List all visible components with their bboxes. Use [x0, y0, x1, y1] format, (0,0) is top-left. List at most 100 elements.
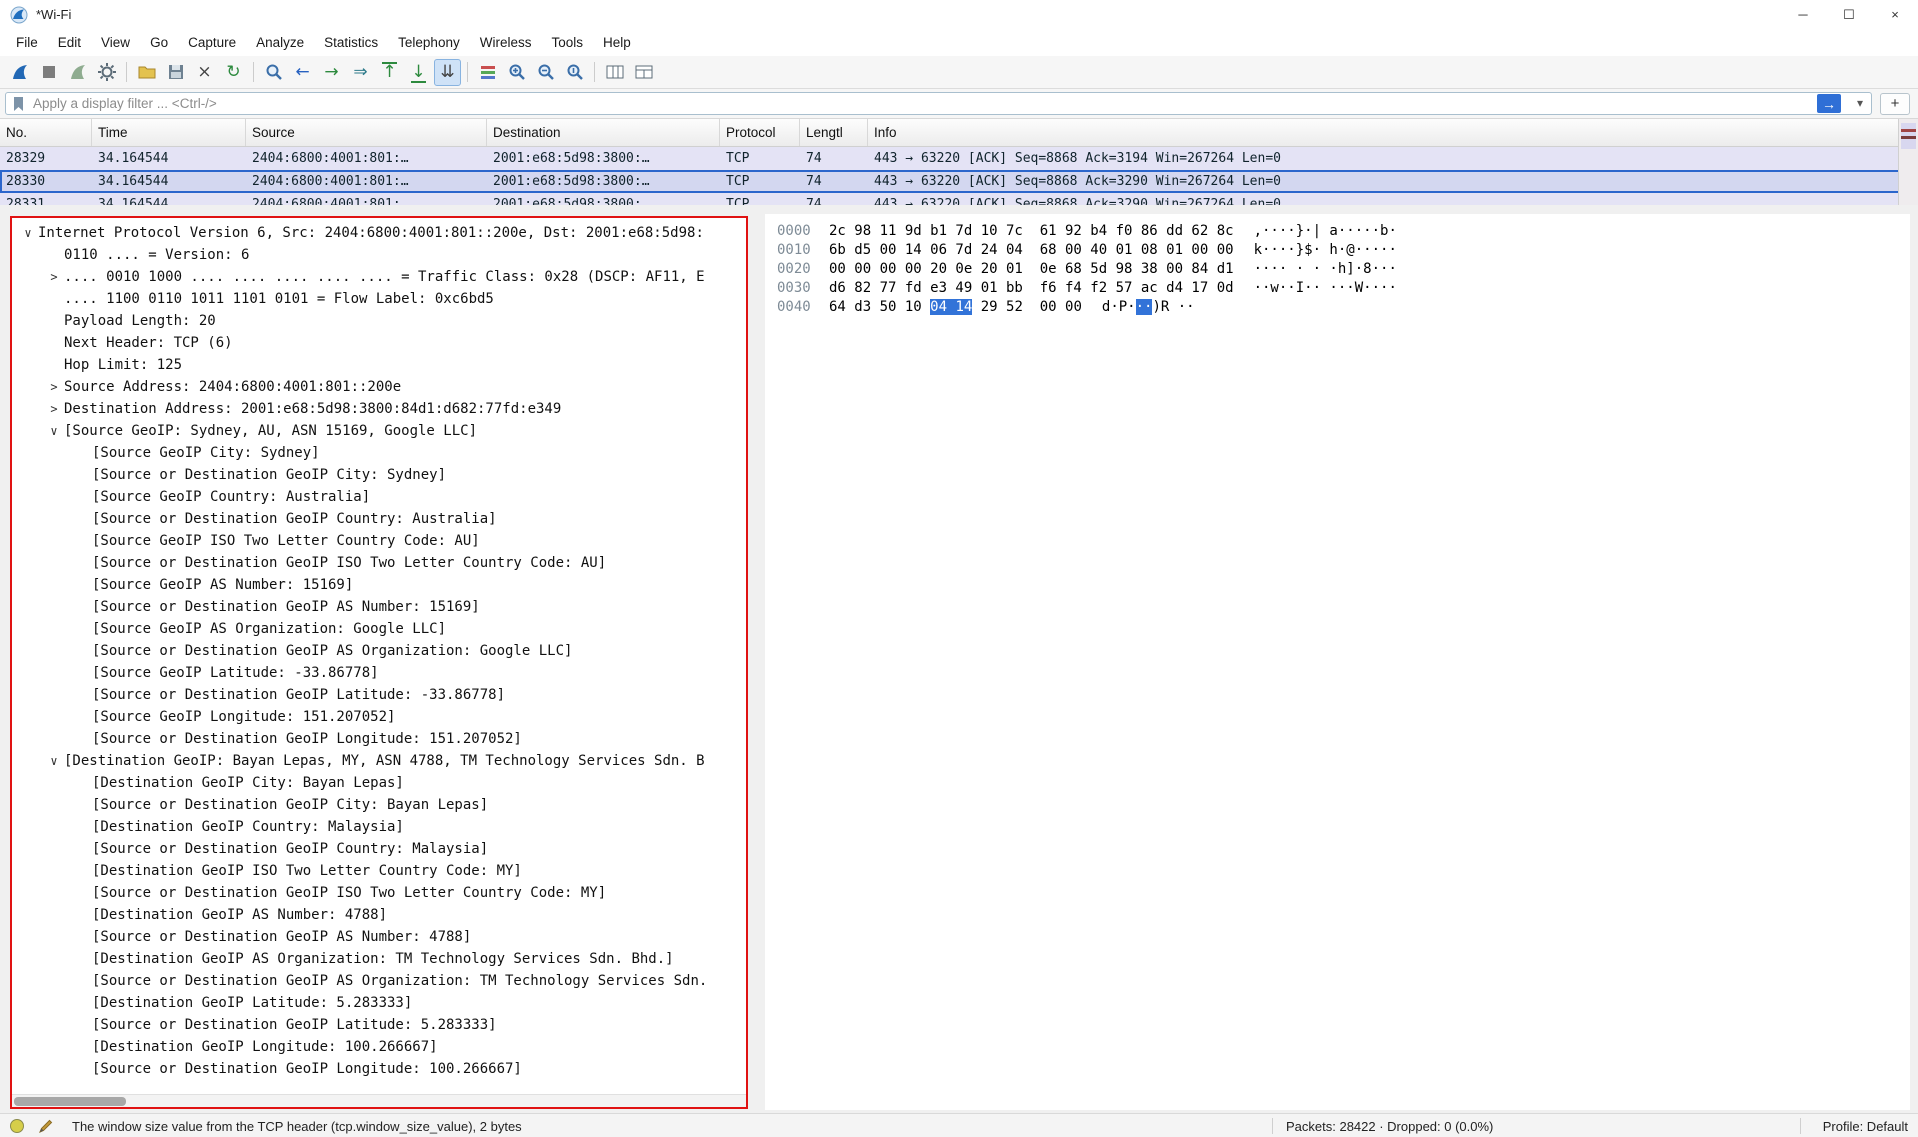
expander-icon[interactable]: [72, 794, 92, 816]
auto-scroll-toggle-icon[interactable]: ⇊: [434, 59, 461, 86]
detail-tree-node[interactable]: [Source or Destination GeoIP AS Number: …: [12, 596, 746, 618]
expander-icon[interactable]: [72, 464, 92, 486]
find-packet-icon[interactable]: [260, 59, 287, 86]
expander-icon[interactable]: >: [44, 266, 64, 288]
go-to-packet-icon[interactable]: ⇒: [347, 59, 374, 86]
filter-bookmark-icon[interactable]: [12, 96, 25, 112]
detail-tree-node[interactable]: [Source or Destination GeoIP Country: Ma…: [12, 838, 746, 860]
expander-icon[interactable]: [72, 970, 92, 992]
menu-item[interactable]: Analyze: [246, 29, 314, 56]
packet-row[interactable]: 28331 34.164544 2404:6800:4001:801:… 200…: [0, 193, 1918, 205]
close-file-icon[interactable]: ×: [191, 59, 218, 86]
hex-line[interactable]: 0020 00 00 00 00 20 0e 20 01 0e 68 5d 98…: [765, 260, 1910, 279]
detail-tree-node[interactable]: [Source or Destination GeoIP ISO Two Let…: [12, 552, 746, 574]
stop-capture-icon[interactable]: [35, 59, 62, 86]
column-header-protocol[interactable]: Protocol: [720, 119, 800, 146]
expander-icon[interactable]: [72, 618, 92, 640]
expander-icon[interactable]: [44, 310, 64, 332]
resize-columns-icon[interactable]: [601, 59, 628, 86]
detail-tree-node[interactable]: [Destination GeoIP AS Number: 4788]: [12, 904, 746, 926]
expander-icon[interactable]: [72, 486, 92, 508]
go-back-icon[interactable]: ←: [289, 59, 316, 86]
detail-tree-node[interactable]: [Source or Destination GeoIP City: Sydne…: [12, 464, 746, 486]
menu-item[interactable]: Edit: [48, 29, 91, 56]
column-header-source[interactable]: Source: [246, 119, 487, 146]
maximize-button[interactable]: ☐: [1826, 0, 1872, 29]
detail-tree-node[interactable]: [Source GeoIP City: Sydney]: [12, 442, 746, 464]
expander-icon[interactable]: [72, 838, 92, 860]
expander-icon[interactable]: ∨: [44, 750, 64, 772]
detail-tree-node[interactable]: > Source Address: 2404:6800:4001:801::20…: [12, 376, 746, 398]
zoom-normal-icon[interactable]: [561, 59, 588, 86]
detail-tree-node[interactable]: .... 1100 0110 1011 1101 0101 = Flow Lab…: [12, 288, 746, 310]
packet-list-scrollbar[interactable]: [1898, 119, 1918, 205]
menu-item[interactable]: Tools: [541, 29, 593, 56]
detail-tree-node[interactable]: [Destination GeoIP Country: Malaysia]: [12, 816, 746, 838]
add-filter-button[interactable]: +: [1880, 93, 1910, 115]
hex-line[interactable]: 0040 64 d3 50 10 04 14 29 52 00 00 d·P··…: [765, 298, 1910, 317]
detail-tree-node[interactable]: [Destination GeoIP AS Organization: TM T…: [12, 948, 746, 970]
detail-tree-node[interactable]: ∨ [Destination GeoIP: Bayan Lepas, MY, A…: [12, 750, 746, 772]
detail-tree-node[interactable]: Hop Limit: 125: [12, 354, 746, 376]
menu-item[interactable]: Wireless: [470, 29, 542, 56]
packet-row[interactable]: 28329 34.164544 2404:6800:4001:801:… 200…: [0, 147, 1918, 170]
zoom-out-icon[interactable]: [532, 59, 559, 86]
detail-tree-node[interactable]: [Destination GeoIP City: Bayan Lepas]: [12, 772, 746, 794]
apply-filter-button[interactable]: →: [1817, 94, 1841, 113]
detail-tree-node[interactable]: Next Header: TCP (6): [12, 332, 746, 354]
menu-item[interactable]: Capture: [178, 29, 246, 56]
expander-icon[interactable]: [72, 904, 92, 926]
expander-icon[interactable]: [72, 530, 92, 552]
column-header-info[interactable]: Info: [868, 119, 1918, 146]
expander-icon[interactable]: [72, 816, 92, 838]
expander-icon[interactable]: [44, 288, 64, 310]
profile-label[interactable]: Profile: Default: [1823, 1119, 1908, 1134]
expander-icon[interactable]: [72, 552, 92, 574]
expander-icon[interactable]: [72, 728, 92, 750]
expander-icon[interactable]: [44, 332, 64, 354]
go-to-top-icon[interactable]: ↑: [376, 59, 403, 86]
expander-icon[interactable]: [72, 926, 92, 948]
detail-tree-node[interactable]: > Destination Address: 2001:e68:5d98:380…: [12, 398, 746, 420]
minimize-button[interactable]: ─: [1780, 0, 1826, 29]
detail-tree-node[interactable]: ∨ [Source GeoIP: Sydney, AU, ASN 15169, …: [12, 420, 746, 442]
column-header-destination[interactable]: Destination: [487, 119, 720, 146]
expander-icon[interactable]: [72, 662, 92, 684]
go-to-bottom-icon[interactable]: ↓: [405, 59, 432, 86]
expander-icon[interactable]: [72, 948, 92, 970]
colorize-packets-icon[interactable]: [474, 59, 501, 86]
detail-tree-node[interactable]: [Source or Destination GeoIP AS Organiza…: [12, 970, 746, 992]
save-file-icon[interactable]: [162, 59, 189, 86]
expander-icon[interactable]: [44, 354, 64, 376]
scrollbar-thumb[interactable]: [14, 1097, 126, 1106]
expander-icon[interactable]: ∨: [44, 420, 64, 442]
column-header-length[interactable]: Lengtl: [800, 119, 868, 146]
expander-icon[interactable]: [72, 992, 92, 1014]
detail-tree-node[interactable]: 0110 .... = Version: 6: [12, 244, 746, 266]
expander-icon[interactable]: >: [44, 376, 64, 398]
reload-file-icon[interactable]: ↻: [220, 59, 247, 86]
expander-icon[interactable]: [72, 596, 92, 618]
expander-icon[interactable]: [72, 706, 92, 728]
menu-item[interactable]: Go: [140, 29, 178, 56]
detail-tree-node[interactable]: > .... 0010 1000 .... .... .... .... ...…: [12, 266, 746, 288]
menu-item[interactable]: Telephony: [388, 29, 470, 56]
hex-line[interactable]: 0000 2c 98 11 9d b1 7d 10 7c 61 92 b4 f0…: [765, 222, 1910, 241]
expander-icon[interactable]: [72, 882, 92, 904]
expander-icon[interactable]: [72, 772, 92, 794]
expert-info-icon[interactable]: [10, 1119, 24, 1133]
detail-tree-node[interactable]: [Source or Destination GeoIP Longitude: …: [12, 728, 746, 750]
details-horizontal-scrollbar[interactable]: [12, 1094, 746, 1107]
detail-tree-node[interactable]: [Source or Destination GeoIP Latitude: 5…: [12, 1014, 746, 1036]
open-file-icon[interactable]: [133, 59, 160, 86]
display-filter-input[interactable]: Apply a display filter ... <Ctrl-/> → ▾: [5, 92, 1872, 115]
detail-tree-node[interactable]: [Source or Destination GeoIP AS Number: …: [12, 926, 746, 948]
filter-dropdown-icon[interactable]: ▾: [1857, 96, 1863, 110]
detail-tree-node[interactable]: ∨ Internet Protocol Version 6, Src: 2404…: [12, 222, 746, 244]
detail-tree-node[interactable]: [Source GeoIP Latitude: -33.86778]: [12, 662, 746, 684]
reset-layout-icon[interactable]: [630, 59, 657, 86]
expander-icon[interactable]: [72, 508, 92, 530]
detail-tree-node[interactable]: [Source GeoIP ISO Two Letter Country Cod…: [12, 530, 746, 552]
expander-icon[interactable]: [72, 684, 92, 706]
expander-icon[interactable]: ∨: [18, 222, 38, 244]
